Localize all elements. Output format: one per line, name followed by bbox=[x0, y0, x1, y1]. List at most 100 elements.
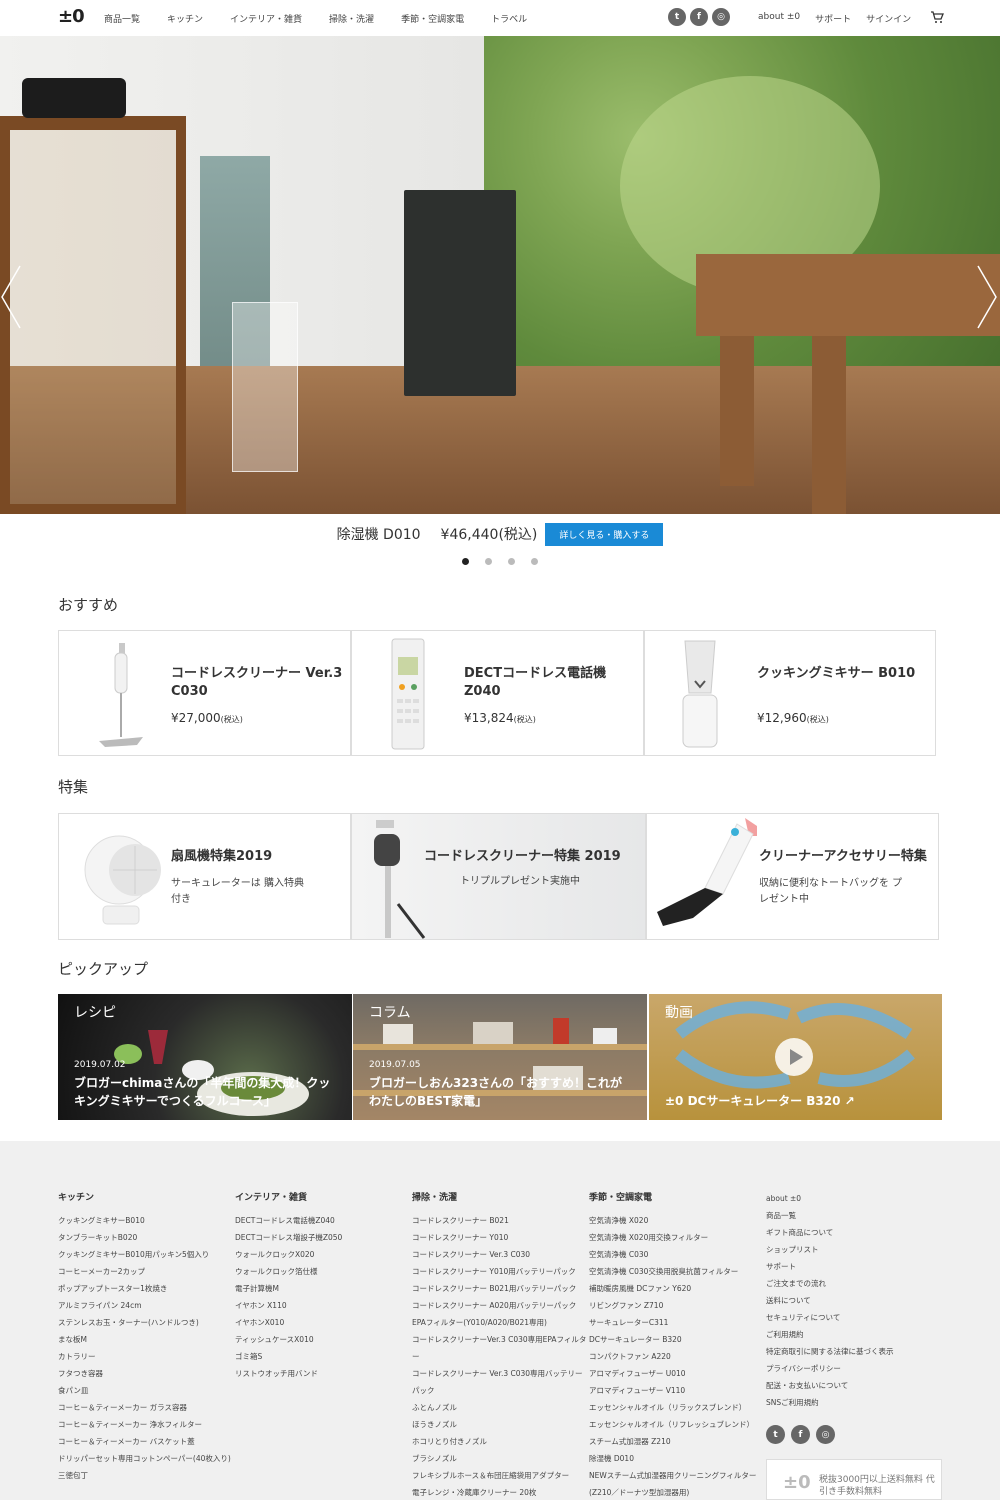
footer-link[interactable]: 除湿機 D010 bbox=[589, 1450, 764, 1467]
slider-dot-4[interactable] bbox=[531, 558, 538, 565]
footer-link[interactable]: コードレスクリーナー Y010用バッテリーパック bbox=[412, 1263, 587, 1280]
footer-link[interactable]: 商品一覧 bbox=[766, 1207, 894, 1224]
footer-link[interactable]: コンパクトファン A220 bbox=[589, 1348, 764, 1365]
prev-arrow-icon[interactable] bbox=[0, 264, 22, 330]
footer-link[interactable]: ギフト商品について bbox=[766, 1224, 894, 1241]
footer-link[interactable]: リストウオッチ用バンド bbox=[235, 1365, 342, 1382]
footer-link[interactable]: ほうきノズル bbox=[412, 1416, 587, 1433]
feature-card-cleaner[interactable]: コードレスクリーナー特集 2019 トリプルプレゼント実施中 bbox=[351, 813, 646, 940]
hero-buy-button[interactable]: 詳しく見る・購入する bbox=[545, 522, 664, 546]
footer-link[interactable]: エッセンシャルオイル（リフレッシュブレンド） bbox=[589, 1416, 764, 1433]
footer-link[interactable]: コーヒー＆ティーメーカー バスケット蓋 bbox=[58, 1433, 231, 1450]
footer-link[interactable]: 特定商取引に関する法律に基づく表示 bbox=[766, 1343, 894, 1360]
cart-icon[interactable] bbox=[930, 10, 944, 24]
footer-link[interactable]: ホコリとり付きノズル bbox=[412, 1433, 587, 1450]
next-arrow-icon[interactable] bbox=[976, 264, 998, 330]
nav-item-products[interactable]: 商品一覧 bbox=[104, 12, 140, 25]
footer-link[interactable]: DCサーキュレーター B320 bbox=[589, 1331, 764, 1348]
footer-link[interactable]: コードレスクリーナー A020用バッテリーパック bbox=[412, 1297, 587, 1314]
footer-link[interactable]: フタつき容器 bbox=[58, 1365, 231, 1382]
footer-link[interactable]: ウォールクロック箔仕様 bbox=[235, 1263, 342, 1280]
footer-link[interactable]: アロマディフューザー V110 bbox=[589, 1382, 764, 1399]
footer-link[interactable]: ドリッパーセット専用コットンペーパー(40枚入り) bbox=[58, 1450, 231, 1467]
recommend-card[interactable]: クッキングミキサー B010 ¥12,960(税込) bbox=[644, 630, 936, 756]
instagram-icon[interactable]: ◎ bbox=[712, 8, 730, 26]
footer-link[interactable]: コードレスクリーナー Ver.3 C030専用バッテリーパック bbox=[412, 1365, 587, 1399]
nav-item-seasonal[interactable]: 季節・空調家電 bbox=[401, 12, 464, 25]
footer-link[interactable]: サポート bbox=[766, 1258, 894, 1275]
footer-link[interactable]: ふとんノズル bbox=[412, 1399, 587, 1416]
footer-link[interactable]: 三徳包丁 bbox=[58, 1467, 231, 1484]
footer-link[interactable]: イヤホンX010 bbox=[235, 1314, 342, 1331]
footer-link[interactable]: スチーム式加湿器 Z210 bbox=[589, 1433, 764, 1450]
footer-link[interactable]: サーキュレーターC311 bbox=[589, 1314, 764, 1331]
nav-item-cleaning[interactable]: 掃除・洗濯 bbox=[329, 12, 374, 25]
footer-link[interactable]: コーヒー＆ティーメーカー 浄水フィルター bbox=[58, 1416, 231, 1433]
footer-link[interactable]: アルミフライパン 24cm bbox=[58, 1297, 231, 1314]
footer-link[interactable]: ティッシュケースX010 bbox=[235, 1331, 342, 1348]
feature-card-fan[interactable]: 扇風機特集2019 サーキュレーターは 購入特典付き bbox=[58, 813, 351, 940]
hero-slide-image[interactable] bbox=[0, 36, 1000, 514]
footer-link[interactable]: セキュリティについて bbox=[766, 1309, 894, 1326]
slider-dot-2[interactable] bbox=[485, 558, 492, 565]
footer-link[interactable]: 空気清浄機 C030 bbox=[589, 1246, 764, 1263]
footer-link[interactable]: コードレスクリーナー Ver.3 C030 bbox=[412, 1246, 587, 1263]
footer-link[interactable]: ご注文までの流れ bbox=[766, 1275, 894, 1292]
footer-link[interactable]: ゴミ箱S bbox=[235, 1348, 342, 1365]
footer-link[interactable]: DECTコードレス電話機Z040 bbox=[235, 1212, 342, 1229]
footer-link[interactable]: クッキングミキサーB010 bbox=[58, 1212, 231, 1229]
facebook-icon[interactable]: f bbox=[690, 8, 708, 26]
footer-link[interactable]: タンブラーキットB020 bbox=[58, 1229, 231, 1246]
nav-item-travel[interactable]: トラベル bbox=[491, 12, 527, 25]
footer-link[interactable]: DECTコードレス増設子機Z050 bbox=[235, 1229, 342, 1246]
facebook-icon[interactable]: f bbox=[791, 1425, 810, 1444]
recommend-card[interactable]: DECTコードレス電話機 Z040 ¥13,824(税込) bbox=[351, 630, 644, 756]
footer-link[interactable]: フレキシブルホース＆布団圧縮袋用アダプター bbox=[412, 1467, 587, 1484]
recommend-card[interactable]: コードレスクリーナー Ver.3 C030 ¥27,000(税込) bbox=[58, 630, 351, 756]
footer-link[interactable]: カトラリー bbox=[58, 1348, 231, 1365]
nav-item-kitchen[interactable]: キッチン bbox=[167, 12, 203, 25]
footer-link[interactable]: リビングファン Z710 bbox=[589, 1297, 764, 1314]
footer-link[interactable]: 電子計算機M bbox=[235, 1280, 342, 1297]
footer-link[interactable]: プライバシーポリシー bbox=[766, 1360, 894, 1377]
feature-card-accessory[interactable]: クリーナーアクセサリー特集 収納に便利なトートバッグを プレゼント中 bbox=[646, 813, 939, 940]
footer-link[interactable]: 食パン皿 bbox=[58, 1382, 231, 1399]
play-button-icon[interactable] bbox=[775, 1038, 813, 1076]
pickup-card-recipe[interactable]: レシピ 2019.07.02 ブロガーchimaさんの「半年間の集大成！クッキン… bbox=[58, 994, 352, 1120]
footer-link[interactable]: ご利用規約 bbox=[766, 1326, 894, 1343]
footer-link[interactable]: コードレスクリーナー B021 bbox=[412, 1212, 587, 1229]
footer-link[interactable]: 空気清浄機 C030交換用脱臭抗菌フィルター bbox=[589, 1263, 764, 1280]
twitter-icon[interactable]: t bbox=[766, 1425, 785, 1444]
footer-link[interactable]: ポップアップトースター1枚焼き bbox=[58, 1280, 231, 1297]
footer-link[interactable]: EPAフィルター(Y010/A020/B021専用) bbox=[412, 1314, 587, 1331]
footer-link[interactable]: ステンレスお玉・ターナー(ハンドルつき) bbox=[58, 1314, 231, 1331]
footer-link[interactable]: ショップリスト bbox=[766, 1241, 894, 1258]
footer-link[interactable]: コーヒーメーカー2カップ bbox=[58, 1263, 231, 1280]
footer-link[interactable]: コードレスクリーナーVer.3 C030専用EPAフィルター bbox=[412, 1331, 587, 1365]
footer-link[interactable]: コードレスクリーナー B021用バッテリーパック bbox=[412, 1280, 587, 1297]
footer-link[interactable]: コードレスクリーナー Y010 bbox=[412, 1229, 587, 1246]
pickup-card-video[interactable]: 動画 ±0 DCサーキュレーター B320 ↗ bbox=[649, 994, 942, 1120]
slider-dot-3[interactable] bbox=[508, 558, 515, 565]
nav-item-interior[interactable]: インテリア・雑貨 bbox=[230, 12, 302, 25]
footer-link[interactable]: 空気清浄機 X020 bbox=[589, 1212, 764, 1229]
footer-link[interactable]: 配送・お支払いについて bbox=[766, 1377, 894, 1394]
footer-link[interactable]: ウォールクロックX020 bbox=[235, 1246, 342, 1263]
footer-link[interactable]: まな板M bbox=[58, 1331, 231, 1348]
footer-link[interactable]: ブラシノズル bbox=[412, 1450, 587, 1467]
pickup-card-column[interactable]: コラム 2019.07.05 ブロガーしおん323さんの「おすすめ！これがわたし… bbox=[353, 994, 647, 1120]
footer-link[interactable]: 空気清浄機 X020用交換フィルター bbox=[589, 1229, 764, 1246]
footer-link[interactable]: about ±0 bbox=[766, 1190, 894, 1207]
instagram-icon[interactable]: ◎ bbox=[816, 1425, 835, 1444]
footer-link[interactable]: 電子レンジ・冷蔵庫クリーナー 20枚 bbox=[412, 1484, 587, 1501]
footer-link[interactable]: 送料について bbox=[766, 1292, 894, 1309]
slider-dot-1[interactable] bbox=[462, 558, 469, 565]
footer-link[interactable]: イヤホン X110 bbox=[235, 1297, 342, 1314]
site-logo[interactable]: ±0 bbox=[58, 6, 85, 27]
footer-link[interactable]: エッセンシャルオイル（リラックスブレンド） bbox=[589, 1399, 764, 1416]
nav-about[interactable]: about ±0 bbox=[758, 12, 800, 25]
footer-link[interactable]: クッキングミキサーB010用パッキン5個入り bbox=[58, 1246, 231, 1263]
footer-link[interactable]: NEWスチーム式加湿器用クリーニングフィルター(Z210／ドーナツ型加湿器用) bbox=[589, 1467, 764, 1501]
nav-signin[interactable]: サインイン bbox=[866, 12, 911, 25]
nav-support[interactable]: サポート bbox=[815, 12, 851, 25]
